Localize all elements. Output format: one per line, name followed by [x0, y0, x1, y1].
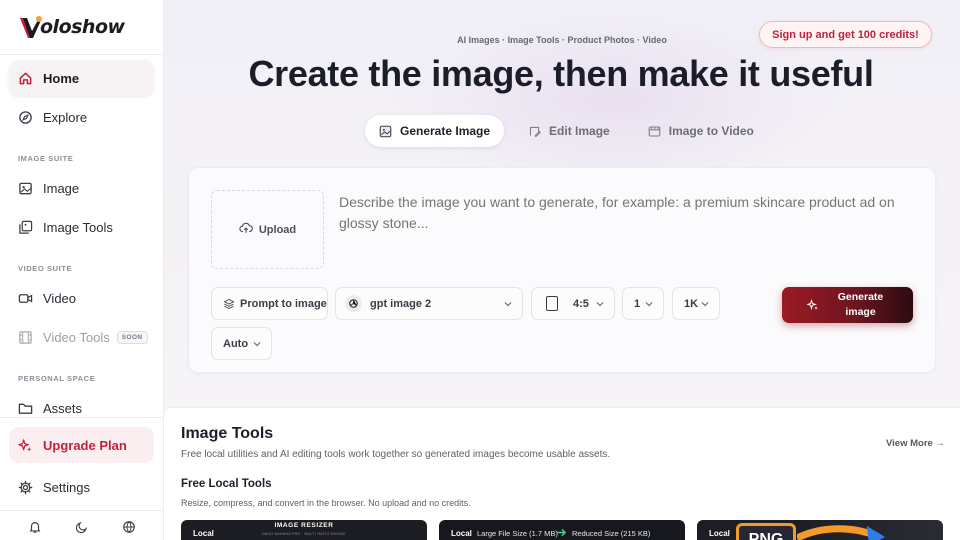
tab-edit-image[interactable]: Edit Image: [514, 115, 624, 147]
convert-arrow-icon: [797, 522, 887, 540]
section-label-video-suite: VIDEO SUITE: [18, 264, 73, 273]
brand-logo[interactable]: oloshow: [18, 12, 125, 42]
sidebar-divider: [0, 417, 163, 418]
aspect-ratio-value: 4:5: [573, 297, 589, 310]
bell-icon[interactable]: [28, 520, 42, 534]
card-heading: IMAGE RESIZER: [274, 522, 334, 529]
sidebar-item-label: Video: [43, 290, 77, 306]
image-tools-section: Image Tools Free local utilities and AI …: [164, 407, 960, 540]
logo-text: oloshow: [40, 16, 125, 38]
sidebar-item-video-tools[interactable]: Video Tools SOON: [9, 319, 154, 355]
gear-icon: [18, 480, 33, 495]
sidebar-item-explore[interactable]: Explore: [9, 99, 154, 135]
resolution-select[interactable]: 1K: [672, 287, 720, 320]
mode-tabs: Generate Image Edit Image Image to Video: [365, 115, 768, 147]
tab-label: Image to Video: [668, 124, 754, 138]
settings-label: Settings: [43, 479, 90, 495]
tool-card-format-converter[interactable]: Local PNG: [697, 520, 943, 540]
aspect-ratio-select[interactable]: 4:5: [531, 287, 615, 320]
soon-badge: SOON: [116, 330, 148, 344]
image-count-select[interactable]: 1: [622, 287, 664, 320]
sidebar-divider: [0, 510, 163, 511]
edit-image-icon: [528, 125, 541, 138]
hero-kicker: AI Images · Image Tools · Product Photos…: [457, 35, 667, 45]
quality-select[interactable]: Auto: [211, 327, 272, 360]
sidebar-item-image-tools[interactable]: Image Tools: [9, 209, 154, 245]
sidebar-item-assets[interactable]: Assets: [9, 390, 154, 426]
page-title: Create the image, then make it useful: [248, 53, 874, 94]
globe-icon[interactable]: [122, 520, 136, 534]
local-tools-title: Free Local Tools: [181, 478, 272, 490]
model-value: gpt image 2: [370, 297, 432, 310]
logo-mark-icon: [18, 14, 44, 40]
chevron-down-icon: [504, 302, 512, 307]
prompt-mode-value: Prompt to image: [240, 297, 327, 310]
generate-image-button[interactable]: Generate image: [782, 287, 913, 323]
tool-card-image-resizer[interactable]: Local IMAGE RESIZER NANO BANANA PRO · MU…: [181, 520, 427, 540]
section-subtitle: Free local utilities and AI editing tool…: [181, 449, 611, 460]
sidebar-item-image[interactable]: Image: [9, 170, 154, 206]
local-tools-subtitle: Resize, compress, and convert in the bro…: [181, 498, 471, 508]
tab-label: Edit Image: [549, 124, 610, 138]
sidebar-item-label: Explore: [43, 109, 88, 125]
tab-generate-image[interactable]: Generate Image: [365, 115, 505, 147]
chevron-down-icon: [645, 302, 653, 307]
card-caption: NANO BANANA PRO · MULTI RATIO ENGINE: [262, 532, 346, 536]
card-tag: Local: [709, 529, 730, 538]
section-label-personal-space: PERSONAL SPACE: [18, 374, 96, 383]
view-more-link[interactable]: View More →: [886, 438, 945, 449]
aspect-ratio-icon: [546, 296, 558, 311]
compass-icon: [18, 110, 33, 125]
image-tools-icon: [18, 220, 33, 235]
film-icon: [648, 125, 661, 138]
upgrade-plan-label: Upgrade Plan: [43, 437, 127, 453]
chevron-down-icon: [701, 302, 709, 307]
upload-dropzone[interactable]: Upload: [211, 190, 324, 269]
resolution-value: 1K: [684, 297, 699, 310]
tab-image-to-video[interactable]: Image to Video: [634, 115, 768, 147]
sidebar-footer: [0, 520, 164, 534]
video-icon: [18, 291, 33, 306]
chevron-down-icon: [253, 342, 261, 347]
generate-label: Generate image: [837, 291, 884, 318]
sidebar-item-label: Image: [43, 180, 80, 196]
sidebar-item-video[interactable]: Video: [9, 280, 154, 316]
tab-label: Generate Image: [400, 124, 491, 138]
quality-value: Auto: [223, 337, 249, 350]
chevron-down-icon: [596, 302, 604, 307]
upload-cloud-icon: [239, 221, 259, 238]
film-icon: [18, 330, 33, 345]
folder-icon: [18, 401, 33, 416]
section-label-image-suite: IMAGE SUITE: [18, 154, 74, 163]
image-icon: [379, 125, 392, 138]
image-count-value: 1: [634, 297, 641, 310]
card-tag: Local: [451, 529, 472, 538]
upload-label: Upload: [258, 223, 297, 236]
layers-icon: [223, 298, 235, 310]
card-after-size: Reduced Size (215 KB): [572, 529, 651, 538]
section-title: Image Tools: [181, 425, 274, 442]
prompt-input[interactable]: [339, 192, 924, 242]
sidebar-item-label: Video Tools: [43, 329, 110, 345]
image-icon: [18, 181, 33, 196]
prompt-composer: Upload Prompt to image gpt image 2 4:5 1…: [188, 167, 936, 373]
sparkle-icon: [806, 299, 833, 311]
sidebar-item-label: Assets: [43, 400, 83, 416]
moon-icon[interactable]: [75, 520, 89, 534]
settings-button[interactable]: Settings: [9, 469, 154, 505]
model-select[interactable]: gpt image 2: [335, 287, 523, 320]
arrow-right-icon: [556, 528, 567, 537]
tool-card-image-compressor[interactable]: Local Large File Size (1.7 MB) Reduced S…: [439, 520, 685, 540]
sparkle-icon: [18, 438, 33, 453]
openai-icon: [345, 295, 362, 312]
sidebar-item-label: Image Tools: [43, 219, 113, 235]
upgrade-plan-button[interactable]: Upgrade Plan: [9, 427, 154, 463]
card-before-size: Large File Size (1.7 MB): [477, 529, 558, 538]
png-format-badge: PNG: [736, 523, 796, 540]
prompt-mode-select[interactable]: Prompt to image: [211, 287, 328, 320]
